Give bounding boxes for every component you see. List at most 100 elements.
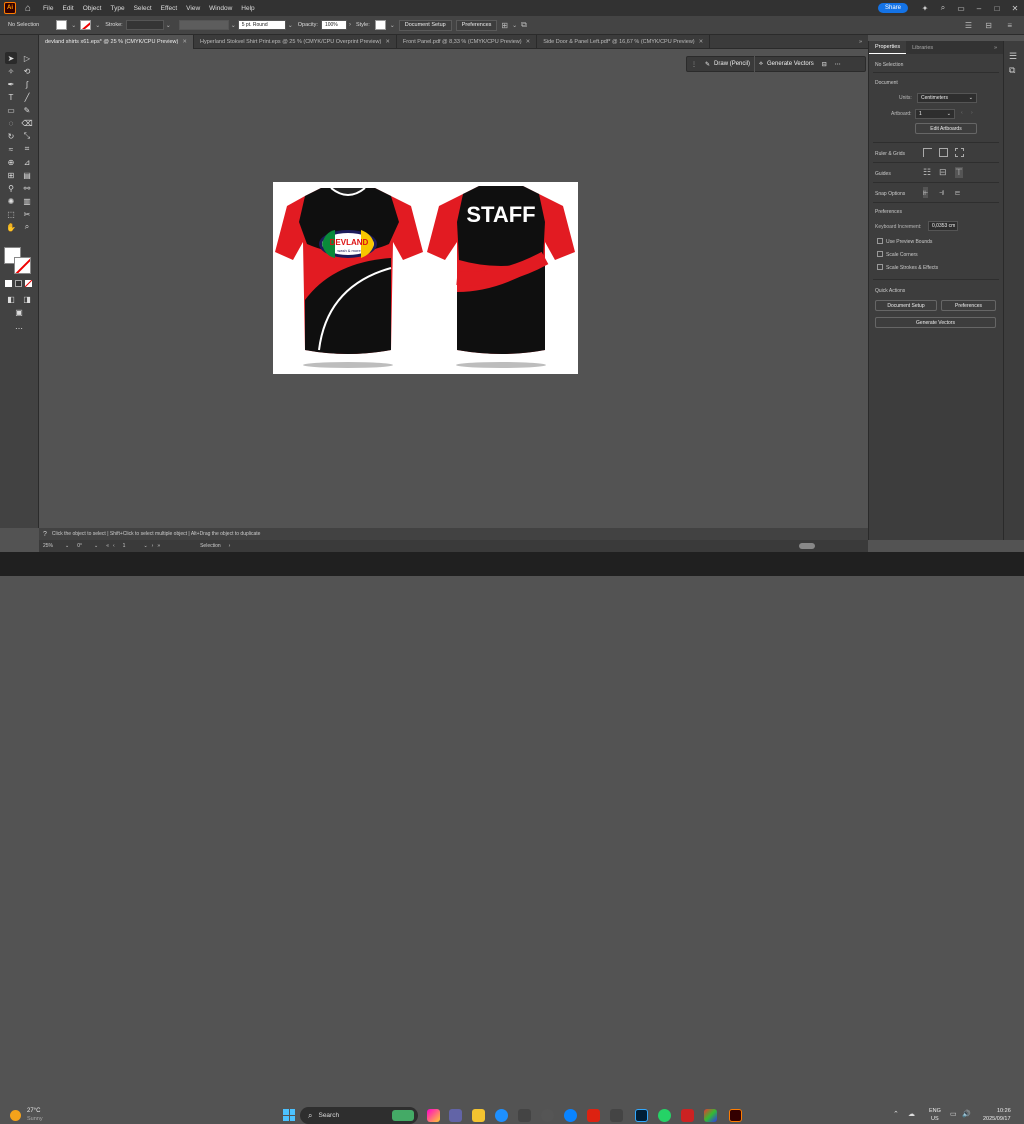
menu-select[interactable]: Select xyxy=(134,5,152,12)
pen-tool-icon[interactable]: ✒ xyxy=(5,78,17,90)
spotify-icon[interactable] xyxy=(610,1109,623,1122)
snap-grid-icon[interactable]: ⫣ xyxy=(939,187,944,198)
mcafee-icon[interactable] xyxy=(587,1109,600,1122)
draw-pencil-button[interactable]: Draw (Pencil) xyxy=(714,56,754,72)
help-app-icon[interactable] xyxy=(564,1109,577,1122)
chevron-right-icon[interactable]: › xyxy=(349,22,351,28)
maximize-icon[interactable]: □ xyxy=(988,4,1006,13)
file-explorer-icon[interactable] xyxy=(472,1109,485,1122)
shaper-tool-icon[interactable]: ◌ xyxy=(5,117,17,129)
share-button[interactable]: Share xyxy=(877,3,908,13)
artboard[interactable]: DEVLAND wash & more STAFF xyxy=(273,182,578,374)
copilot-icon[interactable] xyxy=(427,1109,440,1122)
stroke-swatch[interactable] xyxy=(80,20,92,30)
chevron-right-icon[interactable]: › xyxy=(229,543,231,549)
cloud-icon[interactable]: ☁ xyxy=(908,1110,915,1118)
menu-help[interactable]: Help xyxy=(241,5,254,12)
edit-artboards-button[interactable]: Edit Artboards xyxy=(915,123,977,134)
perspective-tool-icon[interactable]: ⊿ xyxy=(21,156,33,168)
rotate-angle[interactable]: 0° xyxy=(77,543,82,549)
curvature-tool-icon[interactable]: ∫ xyxy=(21,78,33,90)
close-icon[interactable]: ✕ xyxy=(1006,4,1024,13)
clock-date[interactable]: 2025/09/17 xyxy=(983,1116,1011,1122)
menu-window[interactable]: Window xyxy=(209,5,232,12)
tab-devland-shirts[interactable]: devland shirts x61.eps* @ 25 % (CMYK/CPU… xyxy=(39,35,194,49)
search-icon[interactable]: ⌕ xyxy=(934,3,952,13)
rotate-tool-icon[interactable]: ↻ xyxy=(5,130,17,142)
preferences-button[interactable]: Preferences xyxy=(455,19,498,31)
align-icon[interactable]: ☰ xyxy=(965,21,972,30)
use-preview-bounds-checkbox[interactable] xyxy=(877,238,883,244)
chevron-down-icon[interactable]: ⌄ xyxy=(94,543,98,549)
discover-icon[interactable]: ✦ xyxy=(916,4,934,13)
tab-libraries[interactable]: Libraries xyxy=(906,41,939,54)
chevron-down-icon[interactable]: ⌄ xyxy=(143,543,147,549)
artboard-select[interactable]: 1 ⌄ xyxy=(915,109,955,119)
first-artboard-icon[interactable]: « xyxy=(106,543,109,549)
layout-icon[interactable]: ⊟ xyxy=(818,56,831,72)
document-setup-button[interactable]: Document Setup xyxy=(875,300,937,311)
column-graph-tool-icon[interactable]: ▥ xyxy=(21,195,33,207)
artboard-number[interactable]: 1 xyxy=(123,543,126,549)
display-icon[interactable]: ▭ xyxy=(950,1110,957,1118)
teams-icon[interactable] xyxy=(449,1109,462,1122)
scale-strokes-checkbox[interactable] xyxy=(877,264,883,270)
type-tool-icon[interactable]: T xyxy=(5,91,17,103)
menu-object[interactable]: Object xyxy=(83,5,102,12)
shape-builder-tool-icon[interactable]: ⊕ xyxy=(5,156,17,168)
whatsapp-icon[interactable] xyxy=(658,1109,671,1122)
stroke-weight-input[interactable] xyxy=(125,20,164,30)
prev-artboard-icon[interactable]: ‹ xyxy=(961,110,963,116)
chevron-down-icon[interactable]: ⌄ xyxy=(231,22,236,29)
clock-time[interactable]: 10:26 xyxy=(997,1108,1011,1114)
menu-file[interactable]: File xyxy=(43,5,53,12)
arrange-icon[interactable]: ▭ xyxy=(952,4,970,13)
stroke-color-box[interactable] xyxy=(14,257,31,274)
close-icon[interactable]: ✕ xyxy=(699,39,704,45)
grid-icon[interactable] xyxy=(939,148,948,157)
eraser-tool-icon[interactable]: ⌫ xyxy=(21,117,33,129)
mesh-tool-icon[interactable]: ⊞ xyxy=(5,169,17,181)
next-artboard-icon[interactable]: › xyxy=(971,110,973,116)
line-tool-icon[interactable]: ╱ xyxy=(21,91,33,103)
drag-handle-icon[interactable]: ⋮ xyxy=(687,56,701,72)
photos-icon[interactable] xyxy=(704,1109,717,1122)
chevron-up-icon[interactable]: ⌃ xyxy=(893,1110,899,1118)
scale-corners-checkbox[interactable] xyxy=(877,251,883,257)
home-icon[interactable]: ⌂ xyxy=(22,2,34,14)
chevron-down-icon[interactable]: ⌄ xyxy=(512,22,517,29)
rectangle-tool-icon[interactable]: ▭ xyxy=(5,104,17,116)
chevron-down-icon[interactable]: ⌄ xyxy=(71,22,76,29)
menu-view[interactable]: View xyxy=(186,5,200,12)
tab-front-panel[interactable]: Front Panel.pdf @ 8,33 % (CMYK/CPU Previ… xyxy=(397,35,538,49)
more-tools-icon[interactable]: ⋯ xyxy=(13,322,25,334)
variable-width-input[interactable] xyxy=(178,20,229,30)
pixel-grid-icon[interactable] xyxy=(955,148,964,157)
volume-icon[interactable]: 🔊 xyxy=(962,1110,971,1118)
generate-vectors-button[interactable]: Generate Vectors xyxy=(875,317,996,328)
gradient-tool-icon[interactable]: ▤ xyxy=(21,169,33,181)
chevron-down-icon[interactable]: ⌄ xyxy=(65,543,69,549)
document-setup-button[interactable]: Document Setup xyxy=(398,19,452,31)
github-icon[interactable] xyxy=(541,1109,554,1122)
keyboard-increment-input[interactable]: 0,0353 cm xyxy=(928,221,958,231)
store-icon[interactable] xyxy=(518,1109,531,1122)
smart-guides-icon[interactable]: ⊤ xyxy=(955,167,963,178)
layers-icon[interactable]: ⧉ xyxy=(1009,65,1015,76)
tab-side-door-panel[interactable]: Side Door & Panel Left.pdf* @ 16,67 % (C… xyxy=(537,35,711,49)
distribute-icon[interactable]: ⊟ xyxy=(985,21,992,30)
prev-artboard-icon[interactable]: ‹ xyxy=(113,543,115,549)
draw-behind-icon[interactable]: ◨ xyxy=(21,293,33,305)
grid-align-icon[interactable]: ⊞ xyxy=(501,21,508,30)
menu-effect[interactable]: Effect xyxy=(161,5,178,12)
preferences-button[interactable]: Preferences xyxy=(941,300,996,311)
minimize-icon[interactable]: – xyxy=(970,4,988,13)
properties-icon[interactable]: ☰ xyxy=(1009,51,1017,62)
menu-edit[interactable]: Edit xyxy=(62,5,73,12)
none-mode-icon[interactable] xyxy=(25,280,32,287)
wps-icon[interactable] xyxy=(681,1109,694,1122)
tshirt-artwork[interactable]: DEVLAND wash & more STAFF xyxy=(273,182,578,374)
close-icon[interactable]: ✕ xyxy=(385,39,390,45)
weather-sun-icon[interactable] xyxy=(10,1110,21,1121)
zoom-tool-icon[interactable]: ⌕ xyxy=(21,221,33,233)
